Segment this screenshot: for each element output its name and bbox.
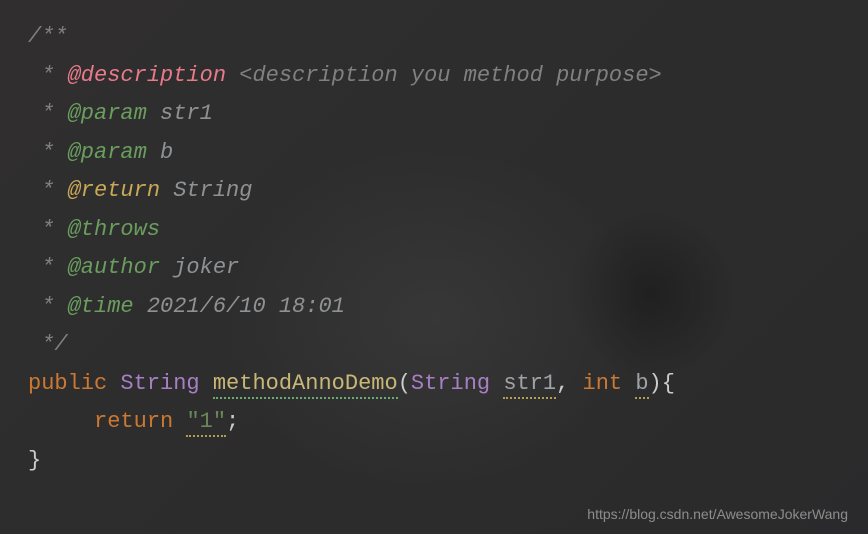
- description-placeholder: <description you method purpose>: [239, 63, 661, 88]
- param-tag: @param: [68, 101, 147, 126]
- string-literal: "1": [186, 409, 226, 437]
- return-tag: @return: [68, 178, 160, 203]
- throws-tag: @throws: [68, 217, 160, 242]
- javadoc-open: /**: [28, 18, 840, 57]
- method-name: methodAnnoDemo: [213, 371, 398, 399]
- javadoc-param1: * @param str1: [28, 95, 840, 134]
- param-tag: @param: [68, 140, 147, 165]
- method-close: }: [28, 442, 840, 481]
- javadoc-throws: * @throws: [28, 211, 840, 250]
- javadoc-return: * @return String: [28, 172, 840, 211]
- param-str1: str1: [503, 371, 556, 399]
- javadoc-description: * @description <description you method p…: [28, 57, 840, 96]
- description-tag: @description: [68, 63, 226, 88]
- javadoc-time: * @time 2021/6/10 18:01: [28, 288, 840, 327]
- watermark-url: https://blog.csdn.net/AwesomeJokerWang: [587, 506, 848, 522]
- time-tag: @time: [68, 294, 134, 319]
- return-statement: return "1";: [28, 403, 840, 442]
- code-editor: /** * @description <description you meth…: [0, 0, 868, 498]
- javadoc-param2: * @param b: [28, 134, 840, 173]
- author-tag: @author: [68, 255, 160, 280]
- javadoc-author: * @author joker: [28, 249, 840, 288]
- method-signature: public String methodAnnoDemo(String str1…: [28, 365, 840, 404]
- param-b: b: [635, 371, 648, 399]
- javadoc-close: */: [28, 326, 840, 365]
